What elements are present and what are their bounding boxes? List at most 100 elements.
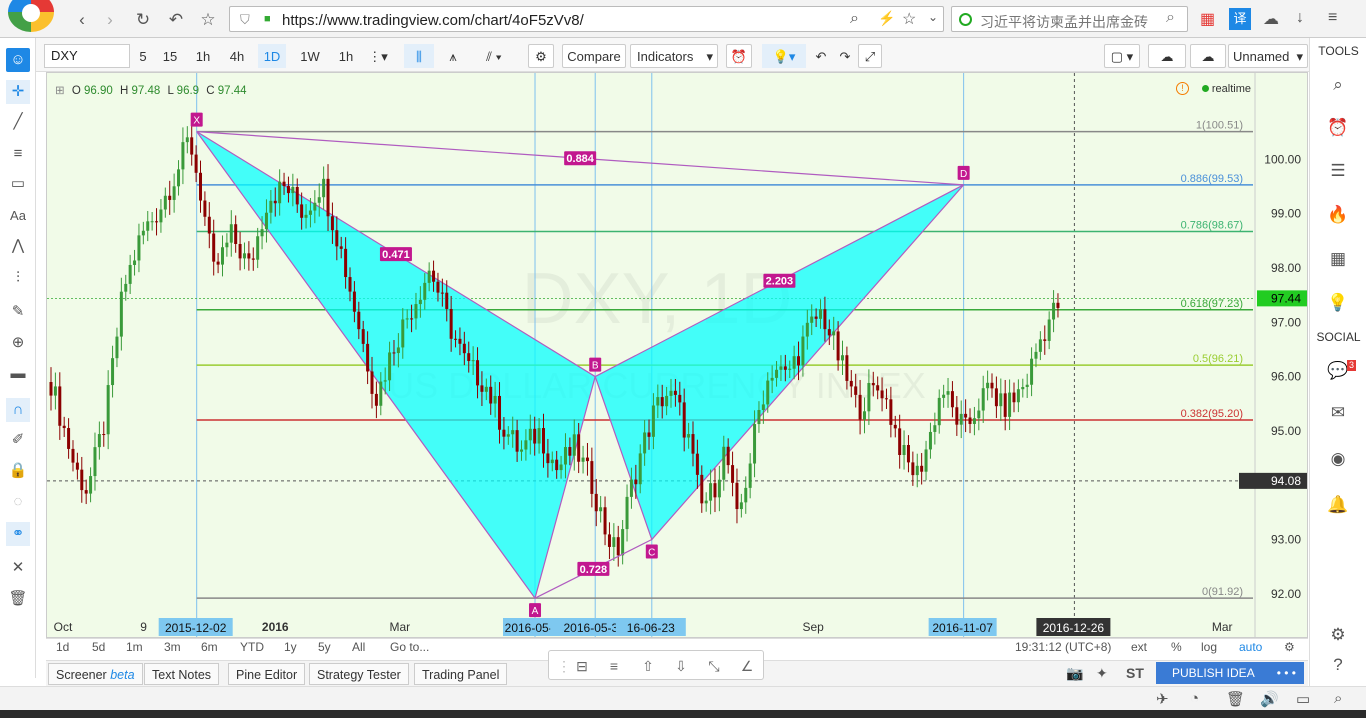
translate-icon[interactable]: 译 — [1229, 8, 1251, 30]
interval-button[interactable]: 4h — [224, 44, 250, 68]
log-toggle[interactable]: log — [1201, 640, 1217, 654]
undo-icon[interactable]: ↶ — [810, 44, 832, 68]
ray-line-icon[interactable]: ⤡ — [701, 655, 727, 677]
go-to-date[interactable]: Go to... — [390, 640, 429, 654]
zoom-in-icon[interactable]: ⊕ — [6, 331, 30, 355]
crosshair-icon[interactable]: ✛ — [6, 80, 30, 104]
trash-icon[interactable]: 🗑 — [1226, 690, 1245, 708]
candles-style-icon[interactable]: ⫼ — [404, 44, 434, 68]
ideas-bulb-icon[interactable]: 💡 — [1324, 290, 1352, 316]
flash-icon[interactable]: ⚡ — [878, 10, 895, 27]
window-icon[interactable]: ▭ — [1296, 690, 1310, 708]
geometric-shapes-icon[interactable]: ✎ — [6, 300, 30, 324]
arrow-up-icon[interactable]: ⇧ — [635, 655, 661, 677]
interval-button[interactable]: 15 — [158, 44, 182, 68]
cloud-save-icon[interactable]: ☁ — [1190, 44, 1226, 68]
rectangle-icon[interactable]: ▭ — [6, 172, 30, 196]
parallel-lines-icon[interactable]: ⊟ — [569, 655, 595, 677]
compare-button[interactable]: Compare — [562, 44, 626, 68]
magnet-icon[interactable]: ∩ — [6, 398, 30, 422]
pencil-icon[interactable]: ✐ — [6, 428, 30, 452]
hotlist-flame-icon[interactable]: 🔥 — [1324, 202, 1352, 228]
help-icon[interactable]: ? — [1324, 652, 1352, 678]
ext-toggle[interactable]: ext — [1131, 640, 1147, 654]
tab-trading-panel[interactable]: Trading Panel — [414, 663, 508, 685]
bars-style-icon[interactable]: ⩚ — [440, 44, 466, 68]
eye-hide-icon[interactable]: ◌ — [6, 490, 30, 514]
reload-icon[interactable]: ↻ — [132, 9, 154, 31]
alert-add-icon[interactable]: ⏰ — [726, 44, 752, 68]
tab-screener[interactable]: Screener beta — [48, 663, 143, 685]
fullscreen-icon[interactable]: ⤢ — [858, 44, 882, 68]
range-5d[interactable]: 5d — [92, 640, 105, 654]
messages-icon[interactable]: ✉ — [1324, 400, 1352, 426]
browser-search-box[interactable]: 习近平将访柬孟并出席金砖 ⌕ — [951, 6, 1188, 32]
angle-line-icon[interactable]: ∠ — [734, 655, 760, 677]
percent-toggle[interactable]: % — [1171, 640, 1182, 654]
download-icon[interactable]: ↓ — [1296, 9, 1304, 27]
range-6m[interactable]: 6m — [201, 640, 218, 654]
horizontal-lines-icon[interactable]: ≡ — [601, 655, 627, 677]
interval-dropdown-icon[interactable]: ⋮▾ — [366, 44, 390, 68]
lock-icon[interactable]: 🔒 — [6, 459, 30, 483]
cloud-load-icon[interactable]: ☁ — [1148, 44, 1186, 68]
chevron-down-icon[interactable]: ⌄ — [928, 10, 938, 24]
search-icon[interactable]: ⌕ — [850, 10, 859, 28]
measure-icon[interactable]: ▬ — [6, 362, 30, 386]
settings-gear-icon[interactable]: ⚙ — [1324, 622, 1352, 648]
streams-broadcast-icon[interactable]: ◉ — [1324, 446, 1352, 472]
text-tool-icon[interactable]: Aa — [6, 204, 30, 228]
chart-pane[interactable]: DXY, 1DUS DOLLAR CURRENCY INDEX100.0099.… — [46, 72, 1308, 638]
alerts-clock-icon[interactable]: ⏰ — [1324, 115, 1352, 141]
plugin-icon[interactable]: ✈ — [1156, 690, 1169, 708]
arrow-down-icon[interactable]: ⇩ — [668, 655, 694, 677]
link-icon[interactable]: ⚭ — [6, 522, 30, 546]
symbol-search-input[interactable]: DXY — [44, 44, 130, 68]
search-icon[interactable]: ⌕ — [1334, 690, 1342, 707]
range-ytd[interactable]: YTD — [240, 640, 264, 654]
layout-select-icon[interactable]: ▢ ▾ — [1104, 44, 1140, 68]
bookmark-star-icon[interactable]: ☆ — [902, 9, 916, 29]
warning-icon[interactable]: ! — [1176, 82, 1189, 95]
trend-line-icon[interactable]: ╱ — [6, 110, 30, 134]
idea-bulb-icon[interactable]: 💡▾ — [762, 44, 806, 68]
trash-icon[interactable]: 🗑 — [6, 587, 30, 611]
pattern-tool-icon[interactable]: ⋀ — [6, 234, 30, 258]
search-input[interactable]: 习近平将访柬孟并出席金砖 — [980, 12, 1148, 31]
url-text[interactable]: https://www.tradingview.com/chart/4oF5zV… — [282, 12, 584, 29]
chart-type-dropdown-icon[interactable]: ⫽ ▾ — [474, 44, 514, 68]
cloud-icon[interactable]: ☁ — [1263, 9, 1279, 29]
tab-strategy-tester[interactable]: Strategy Tester — [309, 663, 409, 685]
publish-idea-button[interactable]: PUBLISH IDEA • • • — [1156, 662, 1304, 684]
interval-button[interactable]: 5 — [132, 44, 154, 68]
interval-button-active[interactable]: 1D — [258, 44, 286, 68]
search-icon[interactable]: ⌕ — [1166, 9, 1175, 27]
smiley-icon[interactable]: ☺ — [6, 48, 30, 72]
interval-button[interactable]: 1h — [190, 44, 216, 68]
speed-icon[interactable]: ◔ — [1190, 690, 1199, 707]
auto-toggle[interactable]: auto — [1239, 640, 1262, 654]
address-bar[interactable]: ⛉ ■ https://www.tradingview.com/chart/4o… — [229, 6, 944, 32]
tab-pine-editor[interactable]: Pine Editor — [228, 663, 306, 685]
scale-settings-icon[interactable]: ⚙ — [1284, 640, 1295, 654]
forward-icon[interactable]: › — [99, 9, 121, 31]
range-3m[interactable]: 3m — [164, 640, 181, 654]
settings-gear-icon[interactable]: ⚙ — [528, 44, 554, 68]
twitter-icon[interactable]: ✦ — [1096, 665, 1108, 682]
data-window-icon[interactable]: ☰ — [1324, 158, 1352, 184]
interval-button[interactable]: 1h — [334, 44, 358, 68]
watchlist-search-icon[interactable]: ⌕ — [1324, 72, 1352, 98]
tab-text-notes[interactable]: Text Notes — [144, 663, 220, 685]
chat-icon[interactable]: 💬 3 — [1324, 358, 1356, 384]
interval-button[interactable]: 1W — [296, 44, 324, 68]
calendar-icon[interactable]: ▦ — [1324, 246, 1352, 272]
clock-timezone[interactable]: 19:31:12 (UTC+8) — [1015, 640, 1111, 654]
notifications-bell-icon[interactable]: 🔔 — [1324, 492, 1352, 518]
stocktwits-icon[interactable]: ST — [1126, 665, 1144, 681]
indicators-button[interactable]: Indicators ▾ — [630, 44, 718, 68]
layout-name-button[interactable]: Unnamed ▾ — [1228, 44, 1308, 68]
back-icon[interactable]: ‹ — [71, 9, 93, 31]
range-5y[interactable]: 5y — [318, 640, 331, 654]
horizontal-lines-icon[interactable]: ≡ — [6, 142, 30, 166]
range-1m[interactable]: 1m — [126, 640, 143, 654]
